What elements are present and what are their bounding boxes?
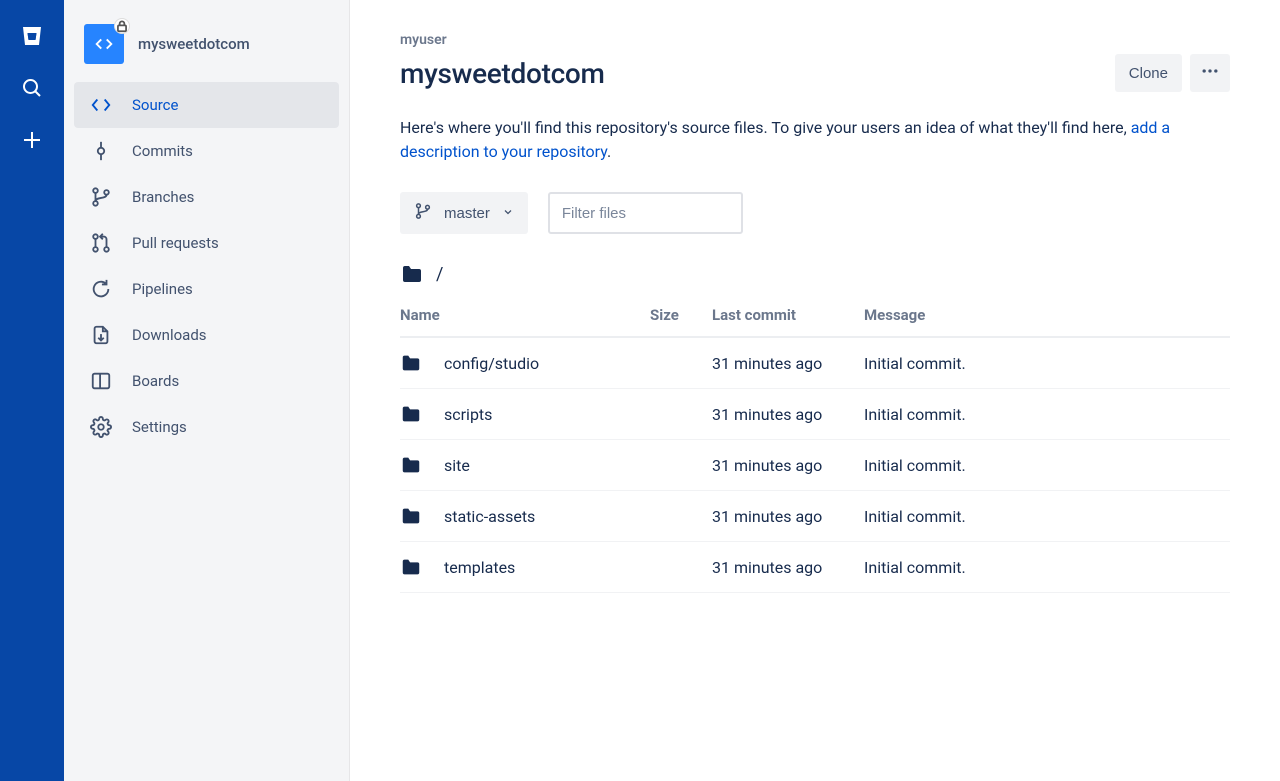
table-row[interactable]: static-assets 31 minutes agoInitial commi… — [400, 491, 1230, 542]
boards-icon — [90, 370, 112, 392]
col-header-name[interactable]: Name — [400, 296, 650, 337]
page-title: mysweetdotcom — [400, 57, 605, 90]
file-name: templates — [444, 558, 515, 577]
table-row[interactable]: config/studio 31 minutes agoInitial commi… — [400, 337, 1230, 389]
path-row: / — [400, 262, 1230, 286]
file-message: Initial commit. — [864, 440, 1230, 491]
sidebar-item-branches[interactable]: Branches — [74, 174, 339, 220]
repo-header[interactable]: mysweetdotcom — [74, 24, 339, 82]
filter-files-input[interactable] — [548, 192, 743, 234]
chevron-down-icon — [502, 205, 514, 222]
file-last-commit: 31 minutes ago — [712, 542, 864, 593]
sidebar-item-pipelines[interactable]: Pipelines — [74, 266, 339, 312]
file-message: Initial commit. — [864, 542, 1230, 593]
file-table: Name Size Last commit Message config/stu… — [400, 296, 1230, 593]
branch-icon — [414, 202, 432, 224]
repo-avatar — [84, 24, 124, 64]
file-name: site — [444, 456, 470, 475]
col-header-size[interactable]: Size — [650, 296, 712, 337]
pull-requests-icon — [90, 232, 112, 254]
description-suffix: . — [607, 142, 611, 161]
sidebar-item-label: Source — [132, 96, 178, 114]
table-row[interactable]: scripts 31 minutes agoInitial commit. — [400, 389, 1230, 440]
file-size — [650, 440, 712, 491]
file-size — [650, 389, 712, 440]
pipelines-icon — [90, 278, 112, 300]
file-message: Initial commit. — [864, 491, 1230, 542]
file-size — [650, 337, 712, 389]
path-label: / — [436, 264, 443, 285]
lock-icon — [114, 18, 130, 34]
sidebar-item-label: Settings — [132, 418, 187, 436]
search-icon[interactable] — [20, 76, 44, 100]
description-text: Here's where you'll find this repository… — [400, 118, 1131, 137]
clone-button[interactable]: Clone — [1115, 54, 1182, 92]
sidebar-item-label: Branches — [132, 188, 194, 206]
sidebar-item-label: Pull requests — [132, 234, 219, 252]
file-name: config/studio — [444, 354, 539, 373]
folder-icon — [400, 262, 424, 286]
source-icon — [90, 94, 112, 116]
branches-icon — [90, 186, 112, 208]
folder-icon — [400, 454, 422, 476]
file-size — [650, 542, 712, 593]
sidebar-item-downloads[interactable]: Downloads — [74, 312, 339, 358]
sidebar-item-label: Commits — [132, 142, 193, 160]
breadcrumb[interactable]: myuser — [400, 32, 1230, 48]
file-last-commit: 31 minutes ago — [712, 337, 864, 389]
commits-icon — [90, 140, 112, 162]
table-row[interactable]: site 31 minutes agoInitial commit. — [400, 440, 1230, 491]
sidebar-item-label: Boards — [132, 372, 179, 390]
col-header-message[interactable]: Message — [864, 296, 1230, 337]
bitbucket-logo-icon[interactable] — [20, 24, 44, 48]
table-row[interactable]: templates 31 minutes agoInitial commit. — [400, 542, 1230, 593]
sidebar-item-settings[interactable]: Settings — [74, 404, 339, 450]
sidebar-nav: Source Commits Branches Pull requests Pi… — [74, 82, 339, 450]
sidebar-item-pull-requests[interactable]: Pull requests — [74, 220, 339, 266]
file-message: Initial commit. — [864, 389, 1230, 440]
branch-label: master — [444, 205, 490, 222]
more-actions-button[interactable] — [1190, 54, 1230, 92]
plus-icon[interactable] — [20, 128, 44, 152]
sidebar-item-label: Pipelines — [132, 280, 193, 298]
repo-description: Here's where you'll find this repository… — [400, 116, 1230, 164]
folder-icon — [400, 403, 422, 425]
sidebar-item-source[interactable]: Source — [74, 82, 339, 128]
sidebar: mysweetdotcom Source Commits Branches Pu… — [64, 0, 350, 781]
main-content: myuser mysweetdotcom Clone Here's where … — [350, 0, 1280, 781]
sidebar-item-label: Downloads — [132, 326, 207, 344]
file-last-commit: 31 minutes ago — [712, 389, 864, 440]
sidebar-item-boards[interactable]: Boards — [74, 358, 339, 404]
file-message: Initial commit. — [864, 337, 1230, 389]
settings-icon — [90, 416, 112, 438]
file-name: static-assets — [444, 507, 535, 526]
downloads-icon — [90, 324, 112, 346]
branch-selector[interactable]: master — [400, 192, 528, 234]
file-last-commit: 31 minutes ago — [712, 440, 864, 491]
global-nav — [0, 0, 64, 781]
sidebar-item-commits[interactable]: Commits — [74, 128, 339, 174]
folder-icon — [400, 352, 422, 374]
file-last-commit: 31 minutes ago — [712, 491, 864, 542]
more-icon — [1200, 61, 1220, 85]
folder-icon — [400, 505, 422, 527]
sidebar-repo-name: mysweetdotcom — [138, 35, 250, 53]
file-name: scripts — [444, 405, 492, 424]
folder-icon — [400, 556, 422, 578]
file-size — [650, 491, 712, 542]
col-header-last-commit[interactable]: Last commit — [712, 296, 864, 337]
